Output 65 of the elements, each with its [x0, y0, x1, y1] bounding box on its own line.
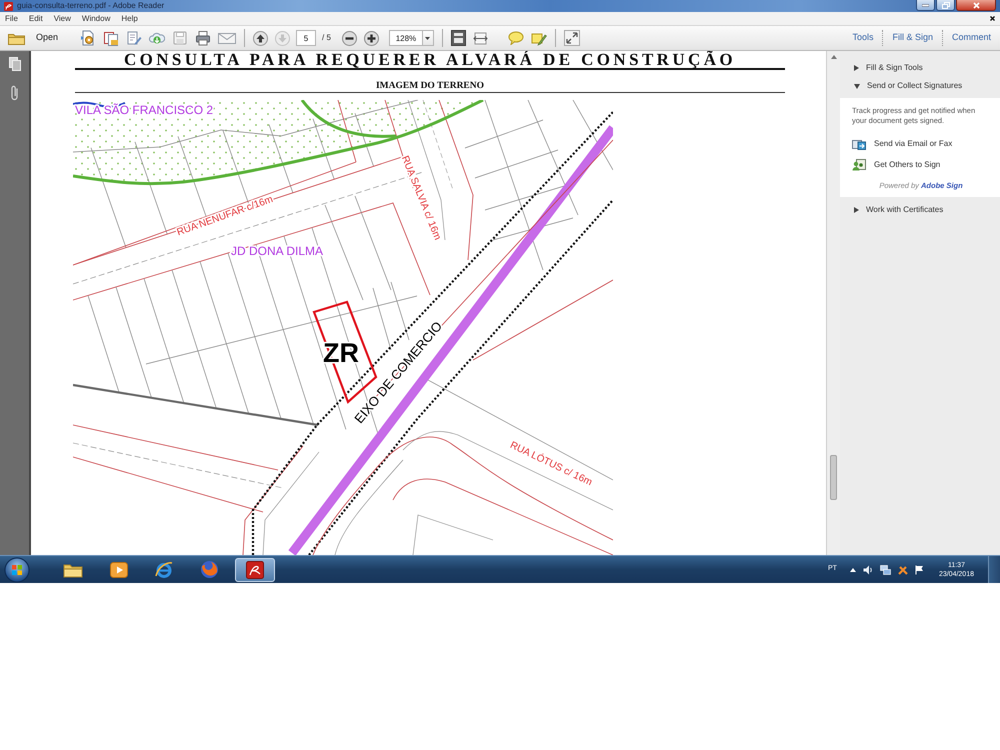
- paperclip-icon[interactable]: [10, 85, 20, 101]
- speech-bubble-icon[interactable]: [508, 31, 524, 45]
- menu-item[interactable]: Help: [121, 14, 138, 24]
- menu-item[interactable]: View: [54, 14, 71, 24]
- play-icon: [110, 562, 128, 578]
- network-icon[interactable]: [880, 564, 891, 574]
- zoom-dropdown-button[interactable]: [422, 30, 434, 46]
- panel-section-header[interactable]: Send or Collect Signatures: [840, 77, 1000, 95]
- send-document-icon: [852, 138, 866, 150]
- expand-triangle-icon: [854, 65, 859, 71]
- pages-icon[interactable]: [8, 57, 20, 71]
- page-number-field[interactable]: 5: [296, 30, 316, 46]
- panel-action[interactable]: Get Others to Sign: [852, 159, 940, 171]
- map-label: VILA SÃO FRANCISCO 2: [75, 103, 214, 117]
- start-icon[interactable]: [4, 556, 30, 582]
- panel-action[interactable]: Send via Email or Fax: [852, 138, 952, 150]
- pane-tab[interactable]: Comment: [942, 30, 1000, 46]
- close-button[interactable]: [956, 0, 996, 11]
- flag-icon[interactable]: [914, 564, 924, 574]
- cloud-arrow-icon[interactable]: [149, 30, 166, 46]
- browser-icon: [200, 560, 219, 579]
- section-title: IMAGEM DO TERRENO: [374, 80, 486, 92]
- zoom-field[interactable]: 128%: [388, 30, 423, 46]
- window-title: guia-consulta-terreno.pdf - Adobe Reader: [17, 1, 164, 11]
- panel-section-header[interactable]: Work with Certificates: [840, 201, 1000, 220]
- open-button[interactable]: Open: [6, 31, 60, 45]
- scroll-up-icon[interactable]: [830, 55, 836, 59]
- fit-page-icon[interactable]: [450, 30, 466, 46]
- minimize-button[interactable]: [916, 0, 935, 11]
- close-icon: [972, 2, 980, 8]
- taskbar-button[interactable]: [235, 558, 275, 582]
- menu-item[interactable]: Window: [82, 14, 110, 24]
- maximize-button[interactable]: [936, 0, 955, 11]
- minimize-icon: [922, 4, 929, 6]
- menu-item[interactable]: Edit: [28, 14, 43, 24]
- show-desktop-button[interactable]: [988, 556, 1000, 583]
- restore-icon: [942, 2, 950, 8]
- close-icon[interactable]: [990, 16, 995, 21]
- pane-tab[interactable]: Tools: [843, 30, 882, 46]
- pdf-app-icon: [246, 560, 264, 578]
- tray-caret-icon[interactable]: [850, 568, 856, 572]
- pdf-app-icon: [4, 2, 13, 10]
- zoom-out-icon[interactable]: [342, 30, 357, 46]
- scrollbar-thumb[interactable]: [830, 455, 837, 500]
- menu-item[interactable]: File: [5, 14, 18, 24]
- folder-icon: [8, 32, 25, 44]
- zoom-in-icon[interactable]: [364, 30, 379, 46]
- fit-width-icon[interactable]: [472, 30, 488, 46]
- people-document-icon: [852, 159, 866, 171]
- document-stack-icon[interactable]: [103, 30, 120, 46]
- pane-tab[interactable]: Fill & Sign: [882, 30, 942, 46]
- printer-icon[interactable]: [195, 30, 212, 46]
- cross-icon[interactable]: [898, 564, 908, 574]
- expand-triangle-icon: [854, 207, 859, 214]
- document-pencil-icon[interactable]: [126, 30, 142, 46]
- panel-section-header[interactable]: Fill & Sign Tools: [840, 59, 1000, 77]
- highlight-pen-icon[interactable]: [530, 30, 547, 46]
- expand-icon[interactable]: [564, 30, 580, 46]
- page-count: / 5: [322, 32, 331, 44]
- browser-icon: [155, 560, 173, 578]
- collapse-triangle-icon: [854, 84, 860, 88]
- folder-icon: [63, 562, 83, 578]
- caret-icon: [425, 36, 430, 40]
- speaker-icon[interactable]: [862, 564, 873, 574]
- document-gear-icon[interactable]: [80, 30, 96, 46]
